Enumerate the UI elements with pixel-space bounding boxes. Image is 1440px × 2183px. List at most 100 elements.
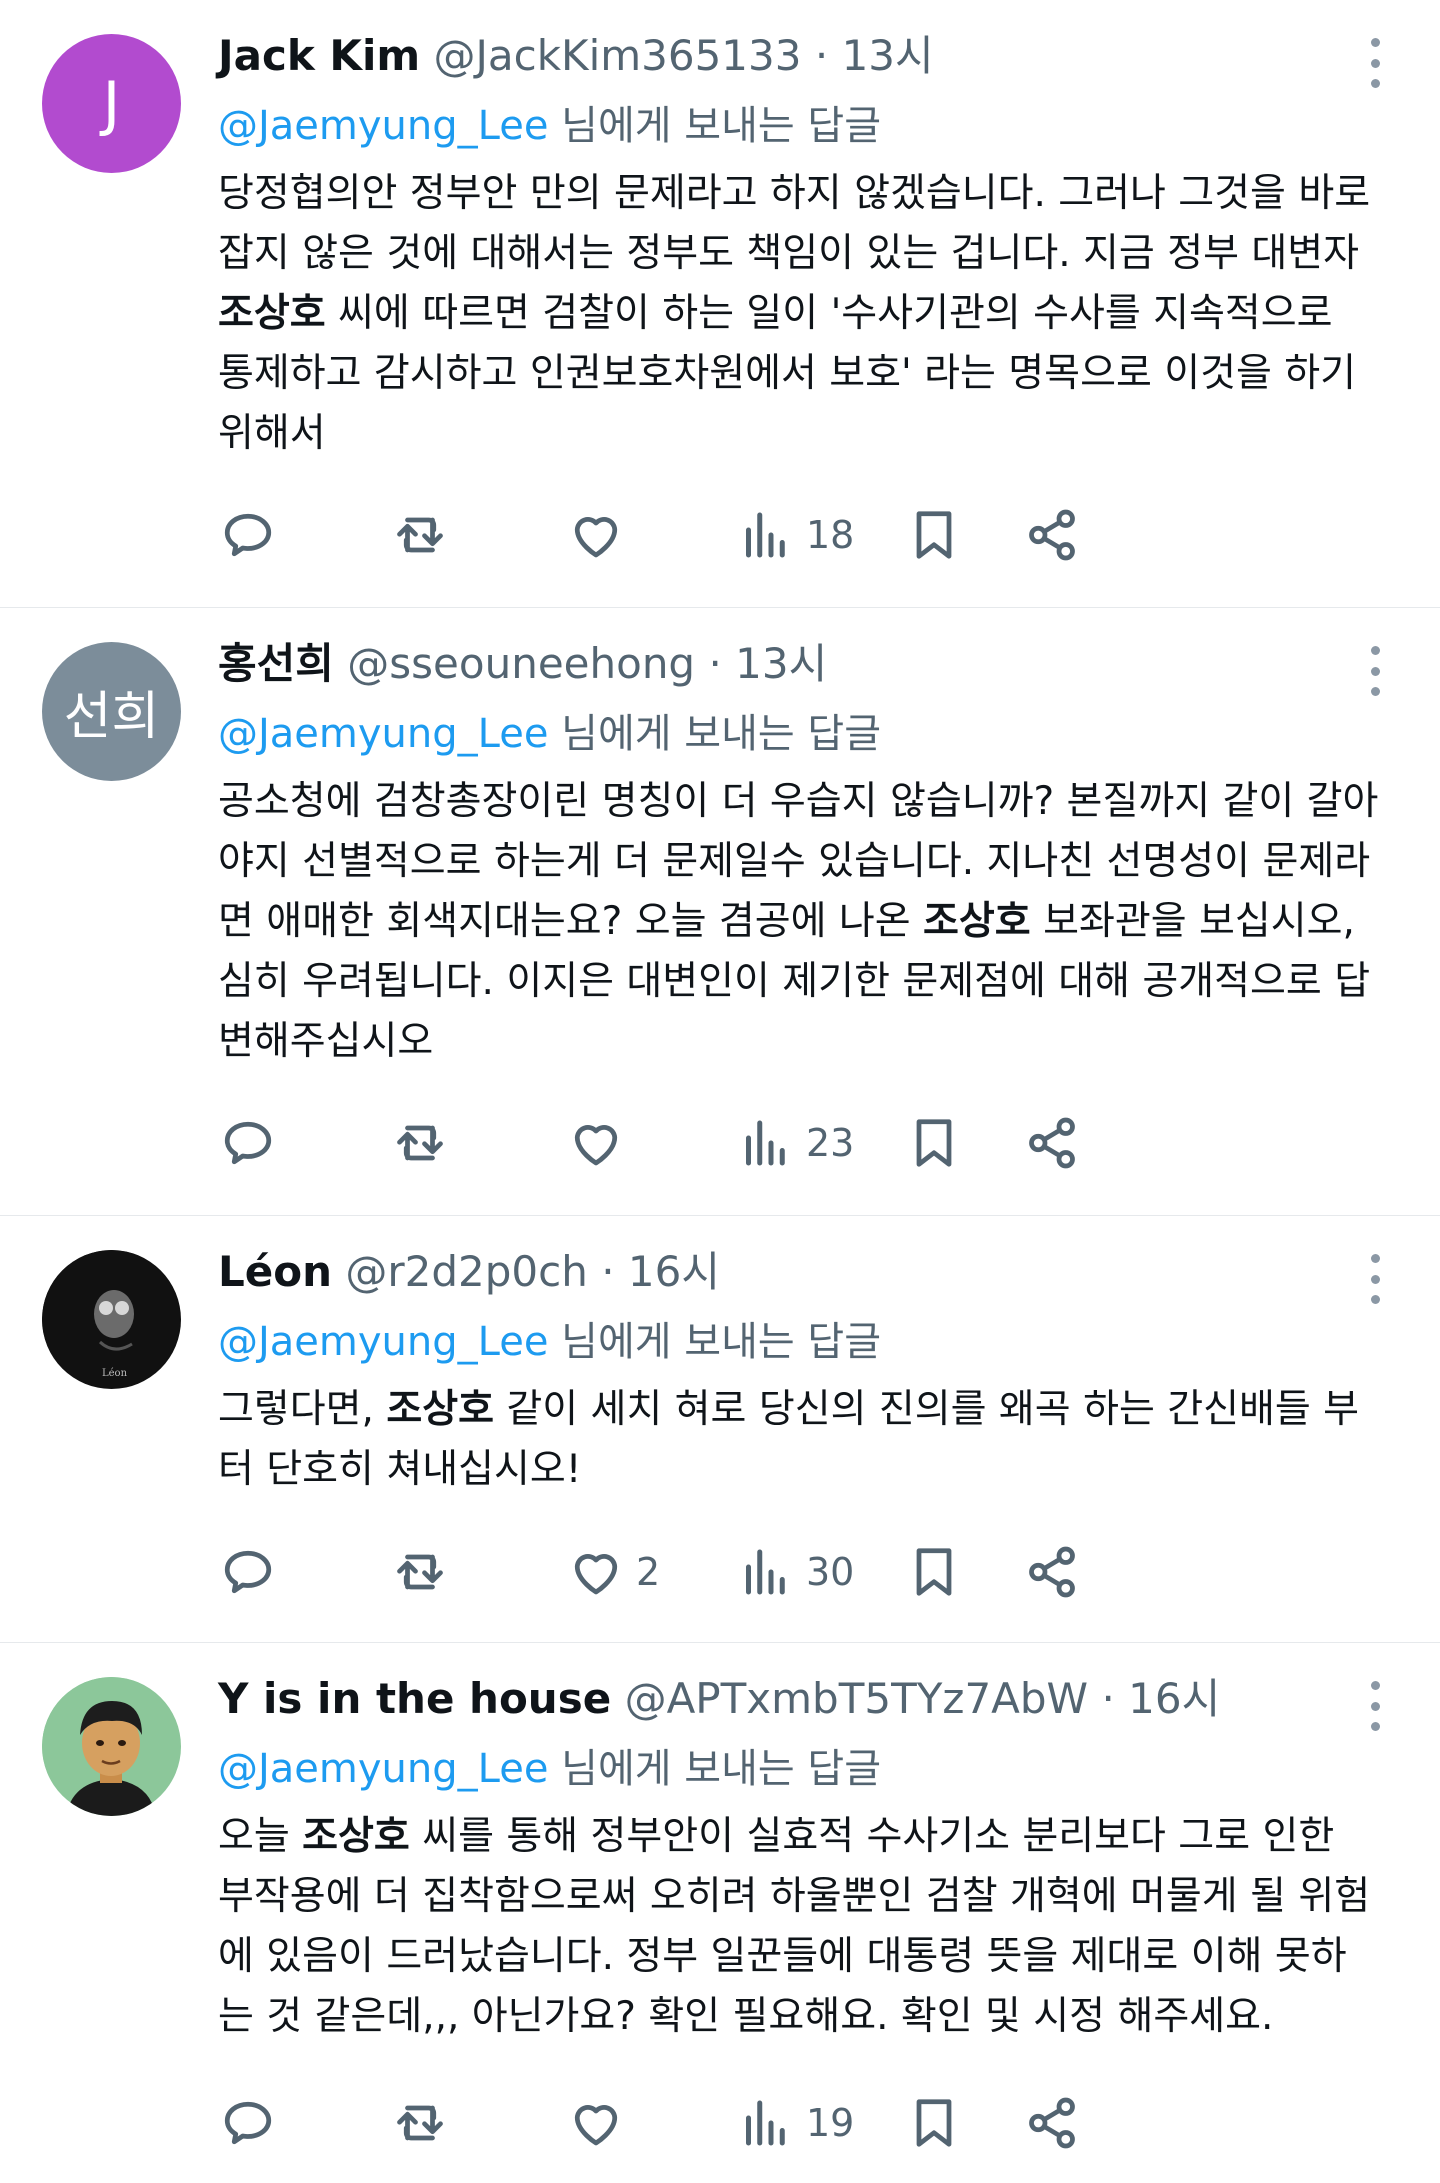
repost-button[interactable]	[390, 2088, 450, 2158]
separator: ·	[601, 1247, 615, 1296]
mention-name: 조상호	[386, 1387, 494, 1432]
share-button[interactable]	[1022, 500, 1082, 570]
timestamp[interactable]: 13시	[842, 31, 934, 80]
display-name[interactable]: Jack Kim	[218, 31, 420, 80]
reply-button[interactable]	[218, 1537, 278, 1607]
share-button[interactable]	[1022, 2088, 1082, 2158]
like-count: 2	[636, 1550, 661, 1594]
bookmark-icon	[916, 511, 952, 559]
tweet[interactable]: Léon Léon @r2d2p0ch · 16시 @Jaemyung_Lee …	[0, 1216, 1440, 1643]
mention-name: 조상호	[218, 291, 326, 336]
reply-to-mention[interactable]: @Jaemyung_Lee	[218, 1746, 548, 1792]
display-name[interactable]: Léon	[218, 1247, 332, 1296]
tweet-text: 공소청에 검창총장이린 명칭이 더 우습지 않습니까? 본질까지 같이 갈아야지…	[218, 772, 1380, 1072]
avatar-initial: J	[102, 68, 121, 139]
repost-icon	[397, 1125, 443, 1161]
mention-name: 조상호	[302, 1814, 410, 1859]
bookmark-button[interactable]	[904, 1537, 964, 1607]
tweet-text-part: 그렇다면,	[218, 1387, 387, 1432]
avatar-portrait-image	[42, 1677, 180, 1816]
reply-icon	[224, 2101, 272, 2145]
view-count: 30	[806, 1550, 855, 1594]
reply-to-line: @Jaemyung_Lee 님에게 보내는 답글	[218, 706, 1380, 762]
tweet-header: Léon @r2d2p0ch · 16시	[218, 1244, 1380, 1300]
tweet-text-part: 오늘	[218, 1814, 303, 1859]
views-button[interactable]: 19	[736, 2088, 854, 2158]
views-icon	[746, 1120, 785, 1166]
reply-to-suffix: 님에게 보내는 답글	[548, 1319, 881, 1365]
reply-icon	[224, 1550, 272, 1594]
reply-to-suffix: 님에게 보내는 답글	[548, 103, 881, 149]
mention-name: 조상호	[923, 899, 1031, 944]
user-handle[interactable]: @APTxmbT5TYz7AbW	[625, 1674, 1089, 1723]
action-bar: 18	[218, 500, 1395, 570]
views-icon	[746, 512, 785, 558]
share-icon	[1029, 1117, 1075, 1169]
avatar[interactable]: 선희	[42, 642, 181, 781]
reply-feed: J Jack Kim @JackKim365133 · 13시 @Jaemyun…	[0, 0, 1440, 2183]
heart-icon	[574, 1125, 618, 1166]
share-icon	[1029, 1546, 1075, 1598]
tweet-text: 오늘 조상호 씨를 통해 정부안이 실효적 수사기소 분리보다 그로 인한 부작…	[218, 1807, 1380, 2047]
avatar[interactable]: J	[42, 34, 181, 173]
bookmark-icon	[916, 2099, 952, 2147]
display-name[interactable]: 홍선희	[218, 639, 334, 688]
repost-icon	[397, 517, 443, 553]
like-button[interactable]	[566, 2088, 636, 2158]
reply-icon	[224, 1121, 272, 1165]
heart-icon	[574, 2105, 618, 2146]
heart-icon	[574, 517, 618, 558]
like-button[interactable]	[566, 1108, 636, 1178]
user-handle[interactable]: @JackKim365133	[433, 31, 801, 80]
reply-to-line: @Jaemyung_Lee 님에게 보내는 답글	[218, 1314, 1380, 1370]
repost-icon	[397, 2105, 443, 2141]
tweet[interactable]: 선희 홍선희 @sseouneehong · 13시 @Jaemyung_Lee…	[0, 608, 1440, 1216]
tweet[interactable]: Y is in the house @APTxmbT5TYz7AbW · 16시…	[0, 1643, 1440, 2183]
separator: ·	[1101, 1674, 1115, 1723]
views-icon	[746, 1549, 785, 1595]
user-handle[interactable]: @sseouneehong	[347, 639, 695, 688]
avatar-initial: 선희	[63, 687, 160, 747]
bookmark-button[interactable]	[904, 2088, 964, 2158]
reply-to-mention[interactable]: @Jaemyung_Lee	[218, 711, 548, 757]
repost-button[interactable]	[390, 1108, 450, 1178]
reply-button[interactable]	[218, 500, 278, 570]
views-button[interactable]: 30	[736, 1537, 854, 1607]
avatar[interactable]	[42, 1677, 181, 1816]
tweet-header: 홍선희 @sseouneehong · 13시	[218, 636, 1380, 692]
bookmark-button[interactable]	[904, 500, 964, 570]
tweet-header: Y is in the house @APTxmbT5TYz7AbW · 16시	[218, 1671, 1380, 1727]
share-button[interactable]	[1022, 1108, 1082, 1178]
timestamp[interactable]: 16시	[628, 1247, 720, 1296]
like-button[interactable]: 2	[566, 1537, 660, 1607]
views-button[interactable]: 18	[736, 500, 854, 570]
like-button[interactable]	[566, 500, 636, 570]
reply-button[interactable]	[218, 2088, 278, 2158]
display-name[interactable]: Y is in the house	[218, 1674, 611, 1723]
reply-to-mention[interactable]: @Jaemyung_Lee	[218, 103, 548, 149]
tweet[interactable]: J Jack Kim @JackKim365133 · 13시 @Jaemyun…	[0, 0, 1440, 608]
reply-to-mention[interactable]: @Jaemyung_Lee	[218, 1319, 548, 1365]
reply-button[interactable]	[218, 1108, 278, 1178]
view-count: 23	[806, 1121, 855, 1165]
timestamp[interactable]: 16시	[1128, 1674, 1220, 1723]
bookmark-button[interactable]	[904, 1108, 964, 1178]
heart-icon	[574, 1554, 618, 1595]
views-button[interactable]: 23	[736, 1108, 854, 1178]
action-bar: 23	[218, 1108, 1395, 1178]
separator: ·	[814, 31, 829, 80]
reply-to-line: @Jaemyung_Lee 님에게 보내는 답글	[218, 1741, 1380, 1797]
tweet-text-part: 씨에 따르면 검찰이 하는 일이 '수사기관의 수사를 지속적으로 통제하고 감…	[218, 291, 1357, 456]
repost-button[interactable]	[390, 1537, 450, 1607]
view-count: 18	[806, 513, 855, 557]
share-button[interactable]	[1022, 1537, 1082, 1607]
reply-to-suffix: 님에게 보내는 답글	[548, 711, 881, 757]
timestamp[interactable]: 13시	[735, 639, 827, 688]
tweet-text: 당정협의안 정부안 만의 문제라고 하지 않겠습니다. 그러나 그것을 바로잡지…	[218, 164, 1380, 464]
user-handle[interactable]: @r2d2p0ch	[345, 1247, 587, 1296]
avatar[interactable]: Léon	[42, 1250, 181, 1389]
repost-button[interactable]	[390, 500, 450, 570]
reply-to-line: @Jaemyung_Lee 님에게 보내는 답글	[218, 98, 1380, 154]
reply-to-suffix: 님에게 보내는 답글	[548, 1746, 881, 1792]
share-icon	[1029, 509, 1075, 561]
